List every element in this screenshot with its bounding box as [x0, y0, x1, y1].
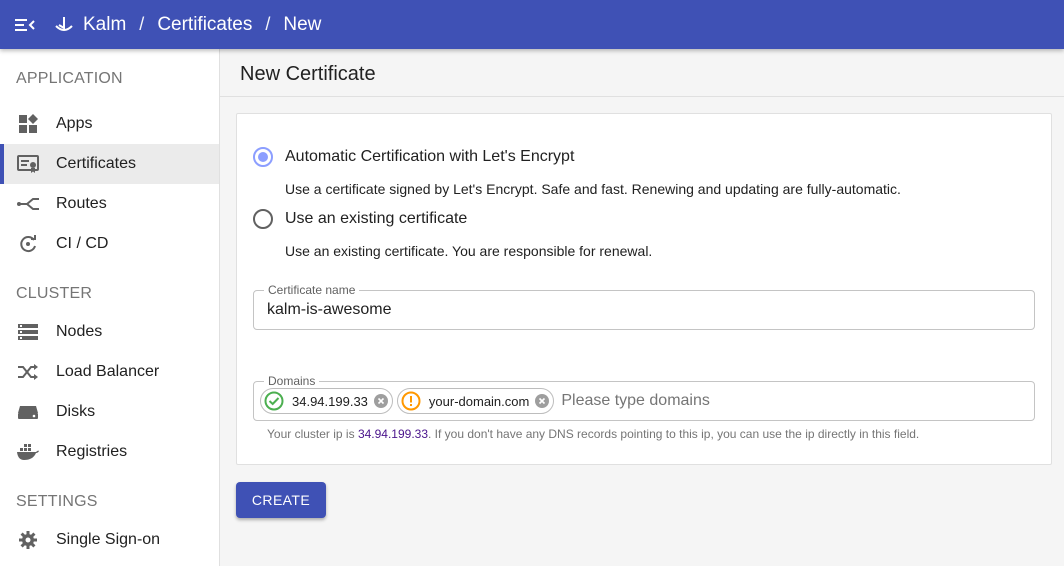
sidebar-item-label: Routes [56, 195, 107, 212]
routes-icon [16, 192, 40, 216]
warning-circle-icon [401, 391, 421, 411]
radio-description: Use a certificate signed by Let's Encryp… [285, 181, 901, 197]
sidebar-section-application: APPLICATION [16, 70, 123, 87]
domain-chip[interactable]: 34.94.199.33 [260, 388, 393, 414]
domains-input[interactable] [561, 392, 862, 410]
sidebar-item-apps[interactable]: Apps [0, 104, 219, 144]
sidebar-section-settings: SETTINGS [16, 493, 98, 510]
gear-icon [16, 528, 40, 552]
ci-cd-icon [16, 232, 40, 256]
domain-chip[interactable]: your-domain.com [396, 388, 555, 414]
radio-option-lets-encrypt[interactable]: Automatic Certification with Let's Encry… [253, 147, 574, 167]
page-title: New Certificate [240, 63, 376, 85]
nodes-icon [16, 320, 40, 344]
sidebar-item-load-balancer[interactable]: Load Balancer [0, 352, 219, 392]
kalm-logo-icon [53, 14, 75, 36]
sidebar-item-nodes[interactable]: Nodes [0, 312, 219, 352]
docker-icon [16, 440, 40, 464]
sidebar-item-certificates[interactable]: Certificates [0, 144, 219, 184]
radio-label: Use an existing certificate [285, 210, 468, 227]
sidebar-item-label: Certificates [56, 155, 137, 172]
certificate-name-field[interactable]: Certificate name [253, 283, 1035, 330]
certificate-name-input[interactable] [267, 301, 1007, 319]
chip-label: 34.94.199.33 [292, 393, 368, 409]
app-bar: Kalm / Certificates / New [0, 0, 1064, 49]
field-label: Domains [264, 374, 320, 388]
certificate-form-card: Automatic Certification with Let's Encry… [236, 113, 1052, 465]
chip-label: your-domain.com [428, 393, 530, 409]
sidebar-item-label: Single Sign-on [56, 531, 161, 548]
apps-icon [16, 112, 40, 136]
helper-suffix: . If you don't have any DNS records poin… [428, 427, 920, 441]
breadcrumb-current: New [283, 13, 322, 35]
sidebar-section-cluster: CLUSTER [16, 285, 93, 302]
domains-field[interactable]: Domains 34.94.199.33 your-domain.com [253, 374, 1035, 421]
radio-button-checked[interactable] [253, 147, 273, 167]
sidebar-item-ci-cd[interactable]: CI / CD [0, 224, 219, 264]
domains-helper-text: Your cluster ip is 34.94.199.33. If you … [267, 427, 919, 441]
breadcrumb-separator: / [139, 14, 145, 34]
sidebar-item-label: Registries [56, 443, 128, 460]
sidebar-item-label: Disks [56, 403, 96, 420]
page-header: New Certificate [220, 49, 1064, 97]
radio-description: Use an existing certificate. You are res… [285, 243, 653, 259]
sidebar-item-label: CI / CD [56, 235, 109, 252]
helper-prefix: Your cluster ip is [267, 427, 358, 441]
breadcrumb-certificates[interactable]: Certificates [157, 14, 252, 36]
sidebar-item-label: Apps [56, 115, 93, 132]
sidebar: APPLICATION Apps Certificates Routes CI … [0, 49, 220, 566]
cluster-ip: 34.94.199.33 [357, 427, 429, 441]
menu-open-icon[interactable] [13, 13, 37, 37]
create-button[interactable]: CREATE [236, 482, 326, 518]
certificate-icon [16, 152, 40, 176]
brand-link[interactable]: Kalm [83, 14, 126, 36]
check-circle-icon [264, 391, 284, 411]
breadcrumb-separator: / [265, 14, 271, 34]
remove-chip-icon[interactable] [534, 393, 550, 409]
sidebar-item-registries[interactable]: Registries [0, 432, 219, 472]
field-label: Certificate name [264, 283, 360, 297]
sidebar-item-label: Nodes [56, 323, 103, 340]
sidebar-item-single-sign-on[interactable]: Single Sign-on [0, 520, 219, 560]
main-content: New Certificate Automatic Certification … [220, 49, 1064, 566]
radio-option-existing-cert[interactable]: Use an existing certificate [253, 209, 467, 229]
radio-label: Automatic Certification with Let's Encry… [285, 148, 575, 165]
sidebar-item-disks[interactable]: Disks [0, 392, 219, 432]
sidebar-item-label: Load Balancer [56, 363, 160, 380]
shuffle-icon [16, 360, 40, 384]
radio-button-unchecked[interactable] [253, 209, 273, 229]
disk-icon [16, 400, 40, 424]
remove-chip-icon[interactable] [373, 393, 389, 409]
sidebar-item-routes[interactable]: Routes [0, 184, 219, 224]
